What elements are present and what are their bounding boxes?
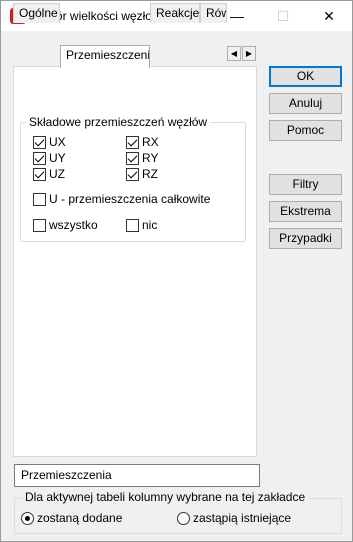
checkbox-box[interactable] <box>126 218 139 232</box>
radio-circle[interactable] <box>177 511 190 525</box>
checkbox-box[interactable] <box>33 218 46 232</box>
checkbox-box[interactable] <box>33 167 46 181</box>
checkbox-total-displacement[interactable]: U - przemieszczenia całkowite <box>33 192 210 206</box>
checkbox-label: U - przemieszczenia całkowite <box>49 192 211 206</box>
checkbox-label: nic <box>142 218 158 232</box>
cancel-button[interactable]: Anuluj <box>269 93 342 114</box>
checkbox-label: RX <box>142 135 159 149</box>
tab-ogolne[interactable]: Ogólne <box>13 3 60 23</box>
checkbox-box[interactable] <box>33 151 46 165</box>
radio-circle[interactable] <box>21 511 34 525</box>
checkbox-label: UZ <box>49 167 65 181</box>
radio-label: zostaną dodane <box>37 511 123 525</box>
tab-name-field[interactable]: Przemieszczenia <box>14 464 260 487</box>
ok-button[interactable]: OK <box>269 66 342 87</box>
checkbox-box[interactable] <box>33 192 46 206</box>
components-group-legend: Składowe przemieszczeń węzłów <box>26 115 211 129</box>
cases-button[interactable]: Przypadki <box>269 228 342 249</box>
filters-button[interactable]: Filtry <box>269 174 342 195</box>
checkbox-label: RZ <box>142 167 158 181</box>
tab-scroll-right-button[interactable]: ▶ <box>242 46 256 61</box>
checkbox-rz[interactable]: RZ <box>126 167 158 181</box>
radio-label: zastąpią istniejące <box>193 511 292 525</box>
checkbox-label: UY <box>49 151 66 165</box>
checkbox-box[interactable] <box>126 167 139 181</box>
tab-przemieszczenia[interactable]: Przemieszczenia <box>60 45 150 68</box>
help-button[interactable]: Pomoc <box>269 120 342 141</box>
radio-replace-columns[interactable]: zastąpią istniejące <box>177 511 291 525</box>
checkbox-uz[interactable]: UZ <box>33 167 65 181</box>
dialog-window: R Wybór wielkości węzłowych — ☐ ✕ Ogólne… <box>0 0 353 542</box>
checkbox-label: wszystko <box>49 218 98 232</box>
checkbox-box[interactable] <box>126 151 139 165</box>
radio-add-columns[interactable]: zostaną dodane <box>21 511 122 525</box>
tab-scroll-left-button[interactable]: ◀ <box>227 46 241 61</box>
extrema-button[interactable]: Ekstrema <box>269 201 342 222</box>
close-button[interactable]: ✕ <box>306 1 352 31</box>
checkbox-ry[interactable]: RY <box>126 151 158 165</box>
checkbox-select-none[interactable]: nic <box>126 218 157 232</box>
checkbox-box[interactable] <box>33 135 46 149</box>
maximize-button: ☐ <box>276 8 290 24</box>
checkbox-ux[interactable]: UX <box>33 135 66 149</box>
checkbox-rx[interactable]: RX <box>126 135 159 149</box>
columns-group-legend: Dla aktywnej tabeli kolumny wybrane na t… <box>22 490 309 504</box>
checkbox-uy[interactable]: UY <box>33 151 66 165</box>
checkbox-label: RY <box>142 151 159 165</box>
tab-reakcje[interactable]: Reakcje <box>150 3 200 23</box>
tab-rownania[interactable]: Rów <box>200 3 227 23</box>
checkbox-label: UX <box>49 135 66 149</box>
checkbox-box[interactable] <box>126 135 139 149</box>
checkbox-select-all[interactable]: wszystko <box>33 218 98 232</box>
